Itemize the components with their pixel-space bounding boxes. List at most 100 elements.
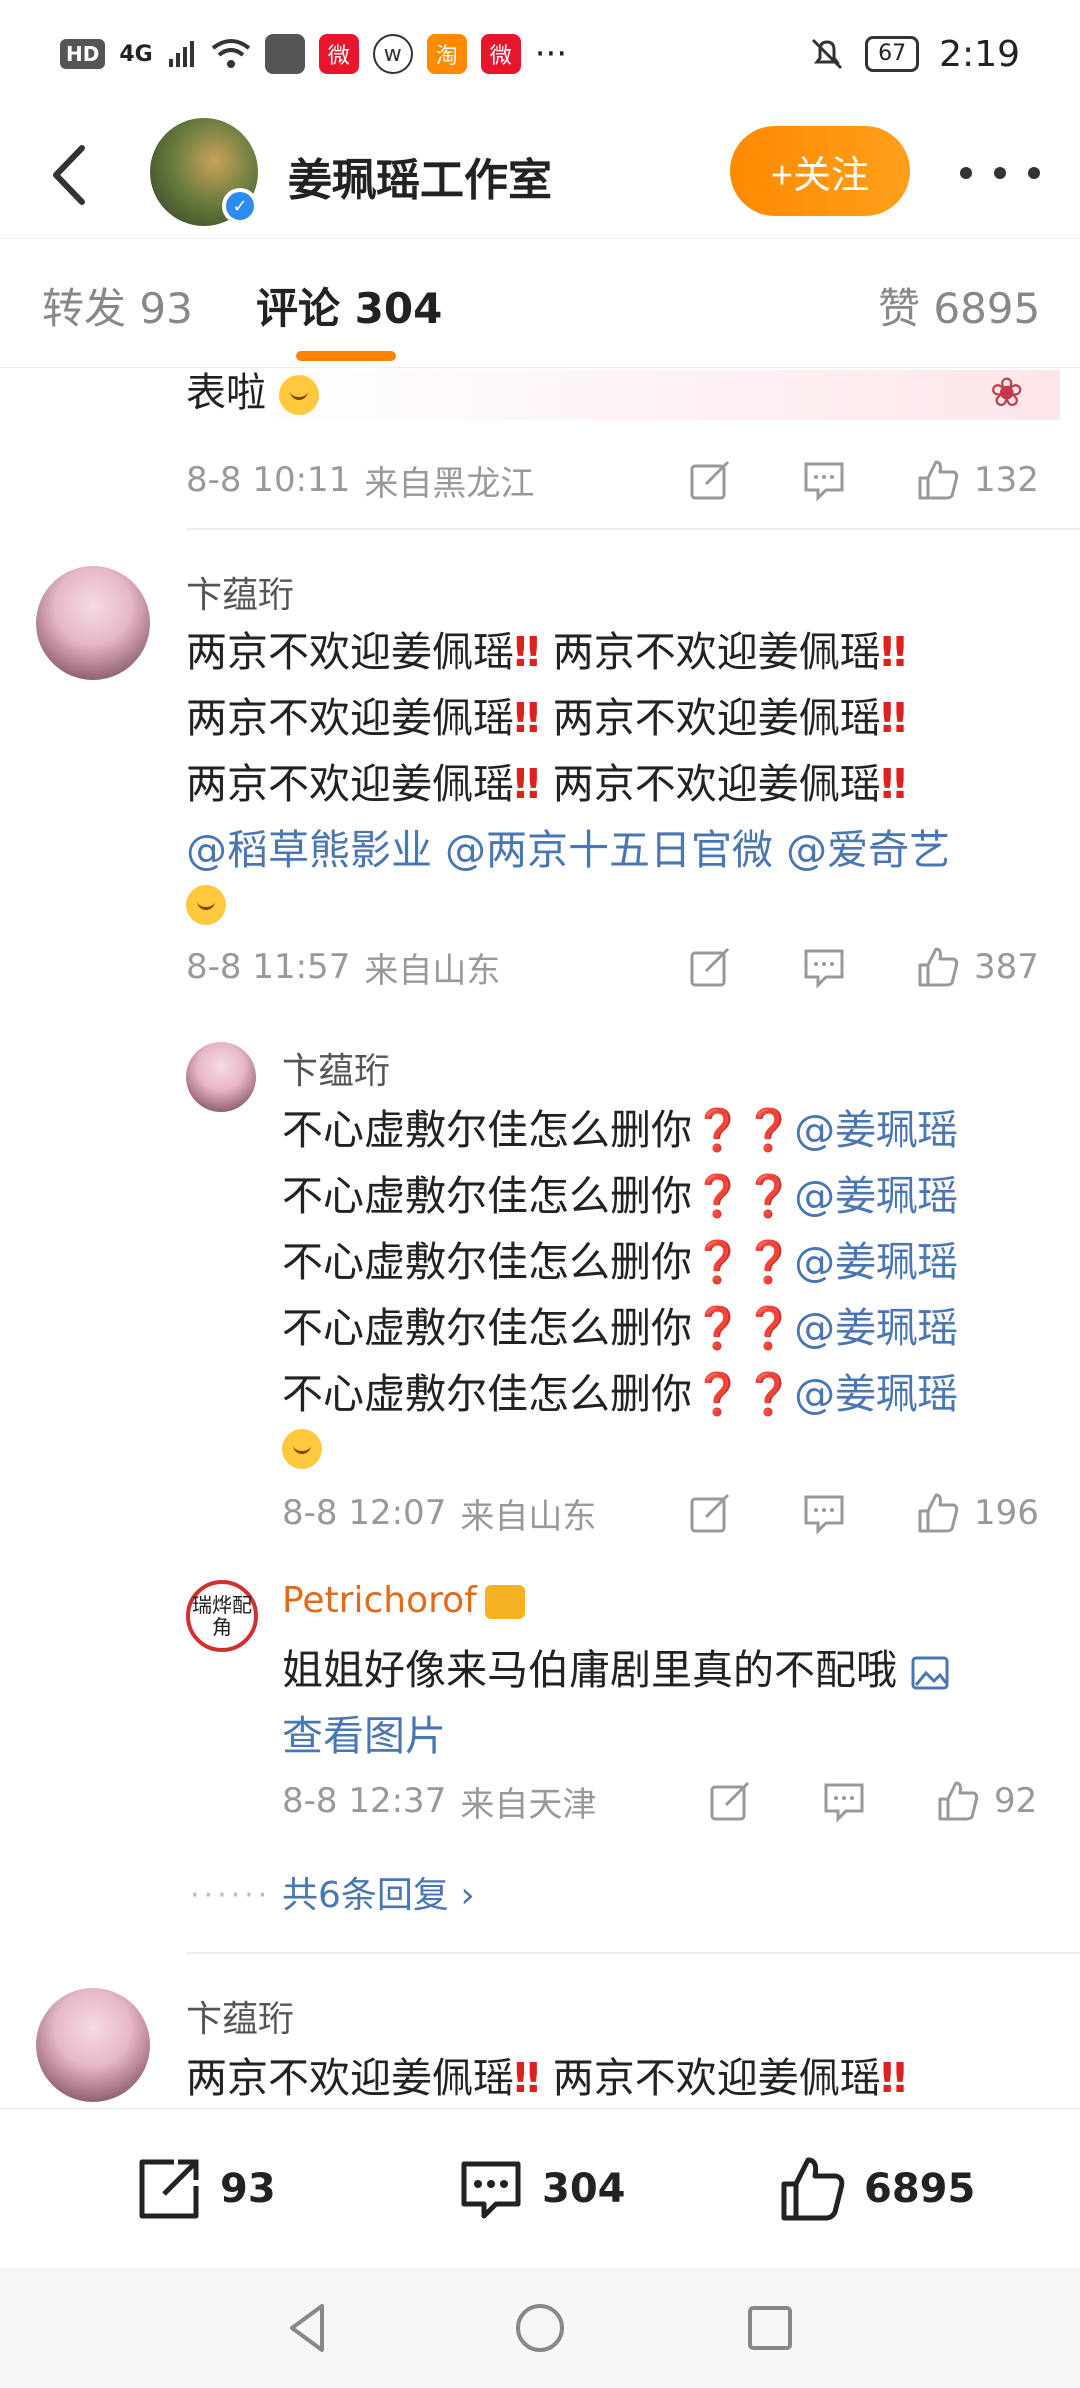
top-header: ✓ 姜珮瑶工作室 +关注 [0,108,1080,238]
comment-text-line: 两京不欢迎姜佩瑶‼ 两京不欢迎姜佩瑶‼ [186,628,907,676]
comment-text-line: 两京不欢迎姜佩瑶‼ 两京不欢迎姜佩瑶‼ [186,760,907,808]
reply-location: 来自天津 [460,1784,597,1825]
thumbs-up-icon [918,1493,959,1533]
crown-badge-icon [484,1585,525,1619]
status-bar: HD 4G 微 w 淘 微 ··· 67 2:19 [0,0,1080,108]
comment-card-background [260,370,1060,420]
like-button[interactable]: 196 [916,1488,1039,1538]
reply-icon[interactable] [822,1776,866,1826]
comment-mentions-line: @稻草熊影业 @两京十五日官微 @爱奇艺 [186,816,950,876]
tab-likes[interactable]: 赞 6895 [878,275,1040,336]
reply-text-line: 不心虚敷尔佳怎么删你❓❓@姜珮瑶 [282,1304,959,1352]
tab-bar: 转发 93 评论 304 赞 6895 [0,238,1080,368]
bottom-action-bar: 93 304 6895 [0,2108,1080,2268]
back-arrow-icon[interactable] [40,140,100,210]
reply-meta: 8-8 12:37 来自天津 92 [282,1776,1052,1826]
reply-text-line: 姐姐好像来马伯庸剧里真的不配哦 [282,1636,950,1696]
mention-link[interactable]: @爱奇艺 [786,826,950,874]
image-icon [911,1656,949,1690]
app-notification-icon [264,34,305,74]
follow-button[interactable]: +关注 [730,126,910,216]
comment-text-line: 两京不欢迎姜佩瑶‼ 两京不欢迎姜佩瑶‼ [186,2054,907,2102]
comment-location: 来自山东 [364,950,501,991]
comment-emoji-line [186,878,226,926]
avatar[interactable] [36,1988,150,2102]
avatar[interactable] [36,566,150,680]
view-all-replies-link[interactable]: 共6条回复 › [282,1866,475,1918]
reply-meta: 8-8 12:07 来自山东 196 [282,1488,1052,1538]
reply-location: 来自山东 [460,1496,597,1537]
account-name[interactable]: 姜珮瑶工作室 [288,144,552,208]
comment-icon [461,2161,521,2219]
like-count: 132 [974,460,1039,500]
taobao-icon: 淘 [426,34,467,74]
like-post-button[interactable]: 6895 [778,2149,975,2229]
reply-time: 8-8 12:37 [282,1781,447,1821]
comment-meta: 8-8 11:57 来自山东 387 [186,942,1046,992]
reply-text-line: 不心虚敷尔佳怎么删你❓❓@姜珮瑶 [282,1106,959,1154]
share-icon[interactable] [688,1488,732,1538]
comment-username[interactable]: 卞蕴珩 [186,1990,294,2042]
reply-icon[interactable] [802,1488,846,1538]
share-icon[interactable] [688,942,732,992]
weibo-notification-icon: 微 [318,34,359,74]
more-options-icon[interactable] [960,148,1040,198]
thumbs-up-icon [918,947,959,987]
weibo-icon: w [372,34,413,74]
tab-reposts[interactable]: 转发 93 [42,275,193,336]
nav-home-icon[interactable] [510,2298,570,2358]
like-count: 6895 [864,2166,976,2212]
system-nav-bar [0,2268,1080,2388]
share-icon[interactable] [708,1776,752,1826]
like-button[interactable]: 132 [916,455,1039,505]
repost-count: 93 [220,2166,276,2212]
comment-username[interactable]: 卞蕴珩 [186,566,294,618]
smile-emoji-icon [278,375,319,415]
comment-count: 304 [542,2166,626,2212]
weibo-notification-icon-2: 微 [480,34,521,74]
comment-divider [186,528,1080,530]
mute-bell-icon [812,38,843,70]
avatar[interactable] [186,1042,256,1112]
comment-time: 8-8 11:57 [186,947,351,987]
reply-username[interactable]: Petrichorof [282,1580,525,1621]
comment-button[interactable]: 304 [456,2149,626,2229]
like-button[interactable]: 387 [916,942,1039,992]
comment-location: 来自黑龙江 [364,463,535,504]
like-count: 196 [974,1493,1039,1533]
previous-comment-text: 表啦 [186,370,319,418]
like-button[interactable]: 92 [936,1776,1037,1826]
hd-indicator: HD [60,39,106,69]
tab-comments[interactable]: 评论 304 [256,275,442,336]
like-count: 387 [974,947,1039,987]
reply-text-line: 不心虚敷尔佳怎么删你❓❓@姜珮瑶 [282,1238,959,1286]
thumbs-up-icon [938,1781,979,1821]
verified-badge-icon: ✓ [222,188,258,224]
reply-text-line: 不心虚敷尔佳怎么删你❓❓@姜珮瑶 [282,1370,959,1418]
reply-emoji-line [282,1422,322,1470]
signal-icon [168,41,194,67]
comment-text-line: 两京不欢迎姜佩瑶‼ 两京不欢迎姜佩瑶‼ [186,694,907,742]
repost-button[interactable]: 93 [134,2149,276,2229]
thumbs-up-icon [781,2157,845,2221]
rose-decoration-icon: ❀ [990,370,1024,416]
reply-time: 8-8 12:07 [282,1493,447,1533]
network-indicator: 4G [119,41,153,67]
mention-link[interactable]: @稻草熊影业 [186,826,432,874]
mention-link[interactable]: @两京十五日官微 [445,826,773,874]
comment-meta: 8-8 10:11 来自黑龙江 132 [186,455,1046,505]
wifi-icon [211,39,250,68]
nav-back-icon[interactable] [278,2298,338,2358]
nav-recents-icon[interactable] [740,2298,800,2358]
share-icon[interactable] [688,455,732,505]
view-image-link[interactable]: 查看图片 [282,1702,446,1762]
clock: 2:19 [939,33,1020,75]
more-notifications: ··· [534,34,568,74]
reply-icon[interactable] [802,455,846,505]
reply-username[interactable]: 卞蕴珩 [282,1042,390,1094]
comment-time: 8-8 10:11 [186,460,351,500]
reply-icon[interactable] [802,942,846,992]
repost-icon [139,2159,199,2219]
comment-list[interactable]: ❀ 表啦 8-8 10:11 来自黑龙江 132 卞蕴珩 两京不欢迎姜佩瑶‼ 两… [0,370,1080,2108]
avatar[interactable]: 瑞烨配角 [186,1580,258,1652]
